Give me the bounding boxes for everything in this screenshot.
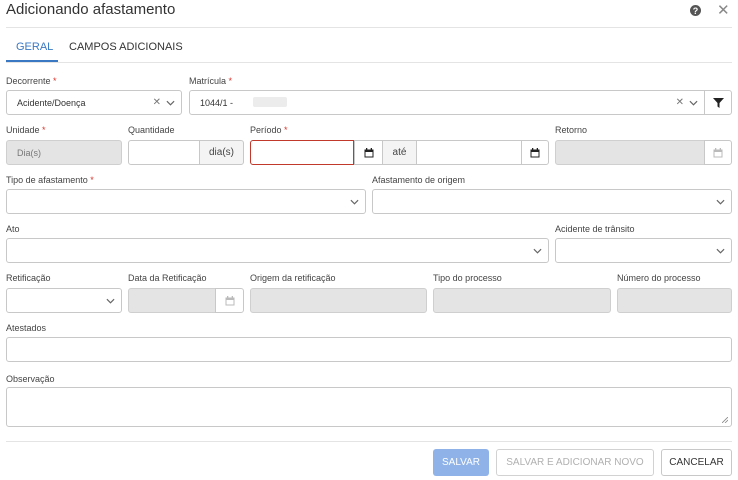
retificacao-label: Retificação <box>6 273 51 283</box>
observacao-label: Observação <box>6 374 55 384</box>
footer-divider <box>6 441 732 442</box>
chevron-down-icon[interactable] <box>105 295 115 307</box>
save-button[interactable]: SALVAR <box>433 449 489 476</box>
redacted-name <box>253 97 287 107</box>
numero-processo-label: Número do processo <box>617 273 701 283</box>
save-and-add-new-button[interactable]: SALVAR E ADICIONAR NOVO <box>496 449 654 476</box>
chevron-down-icon[interactable] <box>532 245 542 257</box>
periodo-end-input[interactable] <box>416 140 522 165</box>
unidade-field: Dia(s) <box>6 140 122 165</box>
clear-icon[interactable]: ✕ <box>153 97 161 108</box>
clear-icon[interactable]: ✕ <box>676 97 684 108</box>
calendar-icon <box>215 288 244 313</box>
close-icon[interactable]: ✕ <box>717 1 730 19</box>
periodo-start-input[interactable] <box>250 140 354 165</box>
filter-icon[interactable] <box>704 90 732 115</box>
tab-campos-adicionais[interactable]: CAMPOS ADICIONAIS <box>69 41 183 53</box>
unidade-value: Dia(s) <box>17 147 41 158</box>
quantidade-label: Quantidade <box>128 125 175 135</box>
chevron-down-icon[interactable] <box>715 196 725 208</box>
data-retificacao-label: Data da Retificação <box>128 273 207 283</box>
acidente-transito-select[interactable] <box>555 238 732 263</box>
tipo-processo-field <box>433 288 611 313</box>
origem-retificacao-label: Origem da retificação <box>250 273 336 283</box>
periodo-separator: até <box>382 140 417 165</box>
quantidade-suffix: dia(s) <box>199 140 244 165</box>
retorno-field <box>555 140 705 165</box>
atestados-label: Atestados <box>6 323 47 333</box>
decorrente-label: Decorrente * <box>6 76 57 86</box>
dialog-title: Adicionando afastamento <box>6 1 176 18</box>
tipo-processo-label: Tipo do processo <box>433 273 502 283</box>
question-circle-icon[interactable]: ? <box>690 5 701 16</box>
chevron-down-icon[interactable] <box>688 97 698 109</box>
retificacao-select[interactable] <box>6 288 122 313</box>
acidente-transito-label: Acidente de trânsito <box>555 224 635 234</box>
decorrente-select[interactable]: Acidente/Doença ✕ <box>6 90 182 115</box>
quantidade-input[interactable] <box>128 140 200 165</box>
afastamento-origem-select[interactable] <box>372 189 732 214</box>
tabs-divider <box>6 62 732 63</box>
calendar-icon[interactable] <box>354 140 383 165</box>
tipo-afastamento-select[interactable] <box>6 189 366 214</box>
chevron-down-icon[interactable] <box>165 97 175 109</box>
matricula-label: Matrícula * <box>189 76 233 86</box>
calendar-icon <box>704 140 732 165</box>
decorrente-value: Acidente/Doença <box>17 97 86 108</box>
ato-label: Ato <box>6 224 20 234</box>
calendar-icon[interactable] <box>521 140 549 165</box>
matricula-value: 1044/1 - <box>200 97 234 108</box>
numero-processo-field <box>617 288 732 313</box>
chevron-down-icon[interactable] <box>715 245 725 257</box>
atestados-input[interactable] <box>6 337 732 362</box>
data-retificacao-field <box>128 288 216 313</box>
afastamento-origem-label: Afastamento de origem <box>372 175 466 185</box>
cancel-button[interactable]: CANCELAR <box>661 449 732 476</box>
retorno-label: Retorno <box>555 125 588 135</box>
chevron-down-icon[interactable] <box>349 196 359 208</box>
header-divider <box>6 27 732 28</box>
periodo-label: Período * <box>250 125 288 135</box>
ato-select[interactable] <box>6 238 549 263</box>
origem-retificacao-field <box>250 288 427 313</box>
tipo-afastamento-label: Tipo de afastamento * <box>6 175 94 185</box>
tab-geral[interactable]: GERAL <box>16 41 53 53</box>
resize-handle-icon[interactable] <box>722 417 728 423</box>
unidade-label: Unidade * <box>6 125 46 135</box>
observacao-textarea[interactable] <box>6 387 732 427</box>
